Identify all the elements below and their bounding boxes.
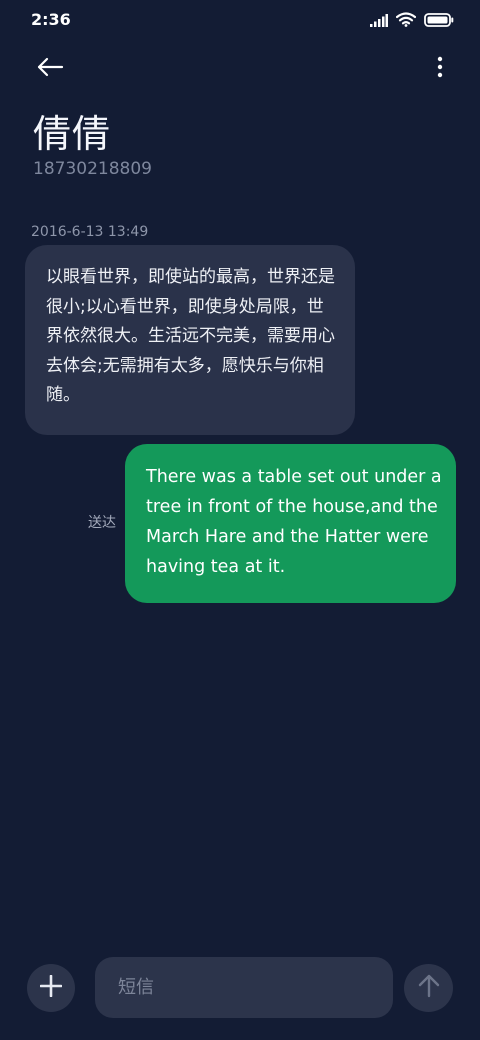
send-button[interactable] [404,964,453,1012]
status-icons [370,12,454,31]
wifi-icon [395,12,417,31]
battery-icon [424,12,454,31]
outgoing-message-bubble[interactable]: There was a table set out under a tree i… [125,444,456,603]
status-time: 2:36 [31,10,71,29]
message-timestamp: 2016-6-13 13:49 [31,224,149,240]
delivery-status: 送达 [88,515,116,531]
more-options-button[interactable] [430,54,450,84]
contact-number: 18730218809 [33,159,152,179]
status-bar: 2:36 [0,0,480,42]
signal-icon [370,12,388,31]
incoming-message-bubble[interactable]: 以眼看世界，即使站的最高，世界还是很小;以心看世界，即使身处局限，世界依然很大。… [25,245,355,435]
plus-icon [39,974,63,1001]
back-arrow-icon [36,57,64,81]
back-button[interactable] [28,50,72,88]
more-vertical-icon [437,56,443,82]
send-arrow-up-icon [418,974,440,1002]
message-input[interactable] [95,957,393,1018]
add-attachment-button[interactable] [27,964,75,1012]
contact-name: 倩倩 [33,112,112,156]
